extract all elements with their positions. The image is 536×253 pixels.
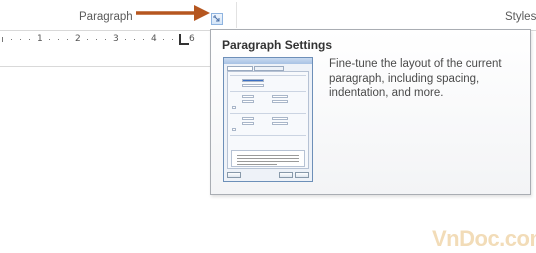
paragraph-settings-tooltip: Paragraph Settings Fine-tune the layout … <box>210 29 531 195</box>
ruler-dot <box>11 39 12 40</box>
tooltip-title: Paragraph Settings <box>222 38 333 52</box>
thumbnail-button <box>295 172 309 178</box>
thumbnail-field <box>272 117 288 120</box>
ruler-dot <box>172 39 173 40</box>
thumbnail-field <box>242 95 254 98</box>
watermark: VnDoc.com <box>432 226 536 251</box>
thumbnail-field <box>272 95 288 98</box>
ruler-dot <box>134 39 135 40</box>
ruler-number: 3 <box>113 34 119 44</box>
ruler-number: 4 <box>151 34 157 44</box>
ruler-dot <box>58 39 59 40</box>
thumbnail-section-rule <box>230 135 306 136</box>
thumbnail-field <box>242 79 264 82</box>
thumbnail-button <box>227 172 241 178</box>
ruler-number: 2 <box>75 34 81 44</box>
thumbnail-body <box>227 71 309 169</box>
paragraph-dialog-launcher-button[interactable] <box>211 13 223 25</box>
ruler-dot <box>105 39 106 40</box>
thumbnail-field <box>242 84 264 87</box>
ruler-number: 1 <box>37 34 43 44</box>
pointer-arrow-icon <box>136 5 210 21</box>
tooltip-description: Fine-tune the layout of the current para… <box>329 58 502 99</box>
page-divider <box>0 66 210 67</box>
thumbnail-field <box>242 117 254 120</box>
thumbnail-section-rule <box>230 91 306 92</box>
ruler-dot <box>125 39 126 40</box>
thumbnail-checkbox <box>232 128 236 131</box>
ruler-tick <box>2 37 3 42</box>
thumbnail-field <box>272 122 288 125</box>
ruler-dot <box>163 39 164 40</box>
ruler-dot <box>67 39 68 40</box>
ruler-dot <box>143 39 144 40</box>
ribbon-group-strip: Paragraph Styles <box>0 0 536 30</box>
ruler-dot <box>29 39 30 40</box>
ruler-dot <box>49 39 50 40</box>
ruler-dot <box>20 39 21 40</box>
thumbnail-button <box>279 172 293 178</box>
ruler-dot <box>96 39 97 40</box>
paragraph-group-label: Paragraph <box>79 11 133 23</box>
thumbnail-field <box>242 122 254 125</box>
ribbon-separator <box>236 2 237 28</box>
thumbnail-titlebar <box>224 58 312 64</box>
paragraph-dialog-thumbnail <box>223 57 313 182</box>
thumbnail-section-rule <box>230 113 306 114</box>
thumbnail-checkbox <box>232 106 236 109</box>
ruler-dot <box>87 39 88 40</box>
thumbnail-field <box>272 100 288 103</box>
dialog-box-launcher-icon <box>213 15 220 22</box>
thumbnail-section-rule <box>230 75 306 76</box>
thumbnail-field <box>242 100 254 103</box>
thumbnail-preview-box <box>231 150 305 167</box>
right-indent-marker-icon[interactable] <box>178 34 190 46</box>
styles-group-label: Styles <box>505 11 536 23</box>
